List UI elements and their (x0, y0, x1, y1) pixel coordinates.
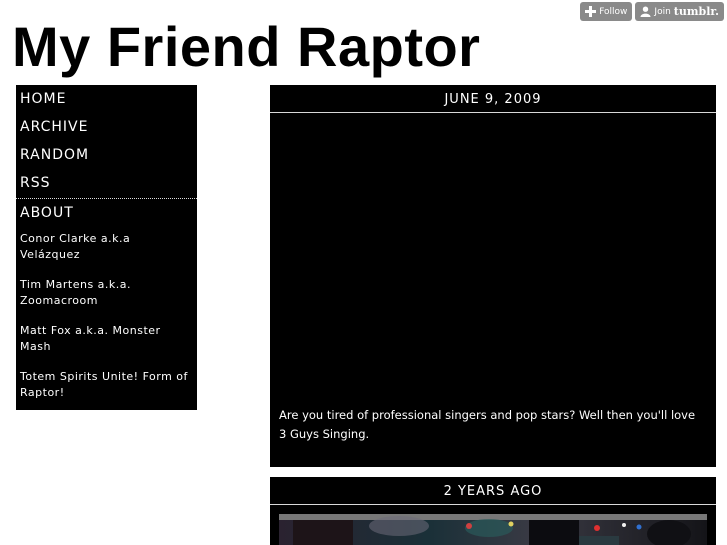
video-post: JUNE 9, 2009 Are you tired of profession… (270, 85, 716, 467)
follow-button[interactable]: Follow (580, 2, 633, 21)
photo-post: 2 YEARS AGO (270, 477, 716, 545)
nav-rss-link[interactable]: RSS (16, 169, 197, 197)
video-player[interactable] (270, 113, 716, 401)
about-heading: ABOUT (20, 205, 74, 221)
follow-label: Follow (599, 6, 628, 17)
about-link-matt-fox[interactable]: Matt Fox a.k.a. Monster Mash (20, 323, 193, 354)
join-label: Join (654, 6, 671, 17)
nav-archive-link[interactable]: ARCHIVE (16, 113, 197, 141)
join-tumblr-button[interactable]: Join tumblr. (635, 2, 724, 21)
post-photo[interactable] (279, 514, 707, 545)
about-link-tim-martens[interactable]: Tim Martens a.k.a. Zoomacroom (20, 277, 193, 308)
post-date[interactable]: 2 YEARS AGO (270, 477, 716, 505)
plus-icon (584, 6, 596, 18)
tumblr-controls: Follow Join tumblr. (580, 2, 724, 21)
nav-home-link[interactable]: HOME (16, 85, 197, 113)
about-list: Conor Clarke a.k.a Velázquez Tim Martens… (16, 227, 197, 400)
tumblr-brand: tumblr. (673, 5, 719, 18)
post-date[interactable]: JUNE 9, 2009 (270, 85, 716, 113)
user-icon (639, 6, 651, 18)
about-link-conor-clarke[interactable]: Conor Clarke a.k.a Velázquez (20, 231, 193, 262)
nav-random-link[interactable]: RANDOM (16, 141, 197, 169)
post-caption: Are you tired of professional singers an… (279, 408, 696, 441)
sidebar: HOME ARCHIVE RANDOM RSS ABOUT Conor Clar… (16, 85, 197, 410)
site-title[interactable]: My Friend Raptor (12, 14, 480, 80)
about-link-totem-spirits[interactable]: Totem Spirits Unite! Form of Raptor! (20, 369, 193, 400)
